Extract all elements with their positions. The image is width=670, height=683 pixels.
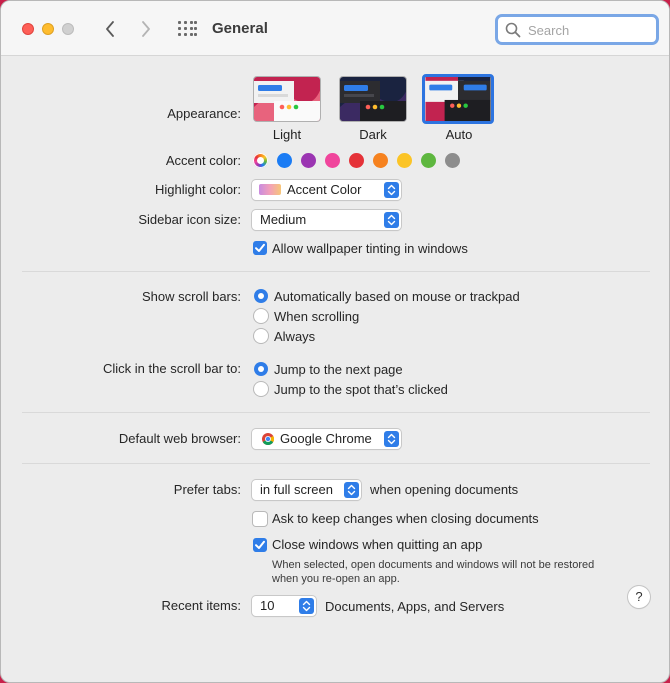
jump-to-spot-label[interactable]: Jump to the spot that’s clicked — [274, 382, 448, 397]
accent-multicolor-swatch[interactable] — [253, 153, 268, 168]
minimize-window-button[interactable] — [42, 23, 54, 35]
prefer-tabs-popup[interactable]: in full screen — [252, 480, 361, 500]
close-windows-label[interactable]: Close windows when quitting an app — [272, 537, 482, 552]
appearance-auto-label[interactable]: Auto — [424, 127, 494, 142]
appearance-light-thumbnail[interactable] — [253, 76, 321, 122]
default-browser-popup[interactable]: Google Chrome — [252, 429, 401, 449]
jump-next-page-radio[interactable] — [254, 362, 268, 376]
popup-stepper-icon — [384, 431, 399, 447]
popup-stepper-icon — [299, 598, 314, 614]
recent-items-suffix: Documents, Apps, and Servers — [325, 599, 505, 614]
appearance-dark-thumbnail[interactable] — [339, 76, 407, 122]
chevron-left-icon — [106, 21, 114, 37]
sidebar-icon-size-value: Medium — [260, 212, 307, 227]
appearance-dark-label[interactable]: Dark — [338, 127, 408, 142]
window-title: General — [212, 20, 268, 37]
sidebar-icon-size-label: Sidebar icon size: — [138, 212, 241, 227]
search-field[interactable]: Search — [495, 14, 659, 45]
general-preferences-window: General Search Appearance: Light Dark Au… — [0, 0, 670, 683]
auto-appearance-preview-icon — [425, 77, 491, 121]
default-browser-value: Google Chrome — [280, 431, 372, 446]
dark-appearance-preview-icon — [340, 77, 406, 121]
appearance-label: Appearance: — [167, 106, 241, 121]
scroll-bars-automatic-radio[interactable] — [254, 289, 268, 303]
accent-graphite-swatch[interactable] — [445, 153, 460, 168]
accent-blue-swatch[interactable] — [277, 153, 292, 168]
ask-keep-changes-checkbox[interactable] — [253, 512, 267, 526]
wallpaper-tinting-label[interactable]: Allow wallpaper tinting in windows — [272, 241, 468, 256]
recent-items-label: Recent items: — [161, 598, 241, 613]
scroll-bars-when-scrolling-label[interactable]: When scrolling — [274, 309, 359, 324]
accent-red-swatch[interactable] — [349, 153, 364, 168]
close-windows-note-line2: when you re-open an app. — [272, 573, 400, 585]
zoom-window-button[interactable] — [62, 23, 74, 35]
accent-color-label: Accent color: — [165, 153, 241, 168]
show-scroll-bars-label: Show scroll bars: — [142, 289, 241, 304]
accent-purple-swatch[interactable] — [301, 153, 316, 168]
scroll-bars-always-radio[interactable] — [254, 329, 268, 343]
ask-keep-changes-label[interactable]: Ask to keep changes when closing documen… — [272, 511, 539, 526]
recent-items-popup[interactable]: 10 — [252, 596, 316, 616]
separator — [22, 271, 650, 272]
scroll-bars-always-label[interactable]: Always — [274, 329, 315, 344]
recent-items-value: 10 — [260, 598, 275, 613]
jump-next-page-label[interactable]: Jump to the next page — [274, 362, 403, 377]
accent-pink-swatch[interactable] — [325, 153, 340, 168]
checkmark-icon — [255, 540, 265, 549]
default-browser-label: Default web browser: — [118, 431, 241, 446]
appearance-auto-thumbnail[interactable] — [422, 74, 494, 124]
prefer-tabs-value: in full screen — [260, 482, 333, 497]
title-bar: General Search — [1, 1, 669, 56]
wallpaper-tinting-checkbox[interactable] — [253, 241, 267, 255]
popup-stepper-icon — [384, 212, 399, 228]
show-all-grid-icon[interactable] — [177, 20, 197, 38]
sidebar-icon-size-popup[interactable]: Medium — [252, 210, 401, 230]
close-windows-checkbox[interactable] — [253, 538, 267, 552]
scroll-bars-automatic-label[interactable]: Automatically based on mouse or trackpad — [274, 289, 520, 304]
accent-orange-swatch[interactable] — [373, 153, 388, 168]
back-button[interactable] — [99, 17, 121, 41]
checkmark-icon — [255, 243, 265, 252]
accent-green-swatch[interactable] — [421, 153, 436, 168]
close-windows-note-line1: When selected, open documents and window… — [272, 559, 595, 571]
click-scroll-bar-label: Click in the scroll bar to: — [103, 361, 241, 376]
highlight-gradient-swatch-icon — [259, 184, 281, 195]
highlight-color-value: Accent Color — [287, 182, 362, 197]
search-icon — [505, 22, 521, 38]
forward-button[interactable] — [135, 17, 157, 41]
separator — [22, 463, 650, 464]
close-window-button[interactable] — [22, 23, 34, 35]
preferences-content: Appearance: Light Dark Auto Accent color… — [1, 57, 669, 682]
appearance-light-label[interactable]: Light — [252, 127, 322, 142]
prefer-tabs-label: Prefer tabs: — [173, 482, 241, 497]
prefer-tabs-suffix: when opening documents — [370, 482, 519, 497]
scroll-bars-when-scrolling-radio[interactable] — [254, 309, 268, 323]
help-button[interactable]: ? — [628, 586, 650, 608]
accent-yellow-swatch[interactable] — [397, 153, 412, 168]
highlight-color-label: Highlight color: — [155, 182, 241, 197]
chevron-right-icon — [142, 21, 150, 37]
popup-stepper-icon — [344, 482, 359, 498]
chrome-icon — [262, 433, 274, 445]
highlight-color-popup[interactable]: Accent Color — [252, 180, 401, 200]
jump-to-spot-radio[interactable] — [254, 382, 268, 396]
light-appearance-preview-icon — [254, 77, 320, 121]
popup-stepper-icon — [384, 182, 399, 198]
separator — [22, 412, 650, 413]
search-placeholder: Search — [528, 23, 570, 38]
